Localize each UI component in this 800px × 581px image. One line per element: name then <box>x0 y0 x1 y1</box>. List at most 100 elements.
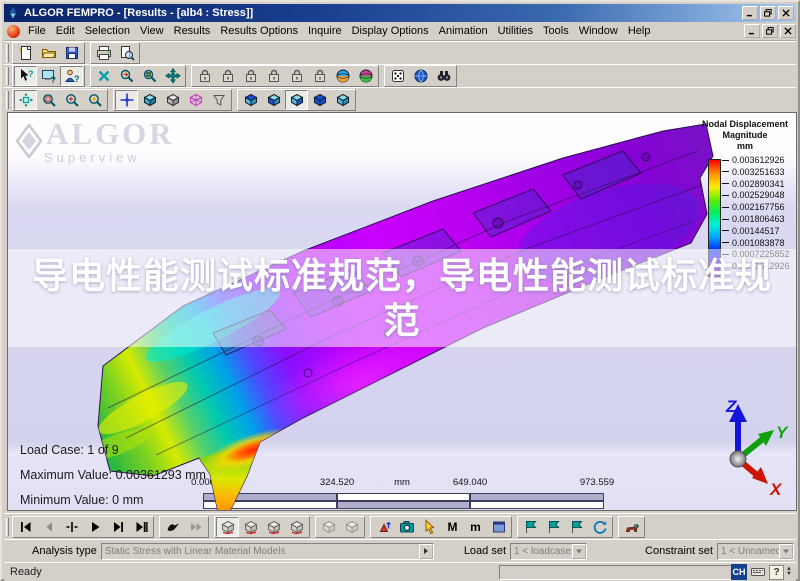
last-load-case-button[interactable] <box>129 517 152 537</box>
report-window-button[interactable] <box>487 517 510 537</box>
next-load-case-button[interactable] <box>106 517 129 537</box>
solid-view-button[interactable] <box>161 90 184 110</box>
view-right-button[interactable] <box>308 90 331 110</box>
first-load-case-button[interactable] <box>14 517 37 537</box>
results-viewport[interactable]: 0.000 324.520 mm 649.040 973.559 ALGOR S… <box>7 112 797 511</box>
show-axes-button[interactable] <box>115 89 138 110</box>
menu-item-results-options[interactable]: Results Options <box>215 23 303 39</box>
export-result-3-button[interactable] <box>565 517 588 537</box>
close-button[interactable] <box>778 6 794 20</box>
animate-mode-4-button[interactable] <box>285 517 308 537</box>
inquire-display-button[interactable]: ? <box>37 66 60 86</box>
ghost-next-button[interactable] <box>340 517 363 537</box>
save-file-button[interactable] <box>60 43 83 63</box>
select-random-button[interactable] <box>386 66 409 86</box>
restore-button[interactable] <box>760 6 776 20</box>
play-animation-button[interactable] <box>83 517 106 537</box>
constraint-set-dropdown-button[interactable] <box>778 543 793 559</box>
legend-tick <box>722 171 729 173</box>
refresh-results-button[interactable] <box>588 517 611 537</box>
language-indicator[interactable]: CH <box>731 564 748 580</box>
menu-item-display-options[interactable]: Display Options <box>347 23 434 39</box>
language-help-button[interactable]: ? <box>769 564 785 580</box>
load-set-combo[interactable]: 1 < loadcase1 > <box>510 542 588 560</box>
select-faces-icon <box>245 69 256 82</box>
open-file-button[interactable] <box>37 43 60 63</box>
animate-mode-1-button[interactable] <box>216 516 239 537</box>
mdi-minimize-button[interactable] <box>744 24 760 38</box>
constraint-set-combo[interactable]: 1 < Unnamed > <box>716 542 794 560</box>
animate-mode-3-button[interactable] <box>262 517 285 537</box>
inquire-entity-button[interactable]: ? <box>60 66 83 86</box>
show-maximum-button[interactable]: M <box>441 517 464 537</box>
zoom-selection-button[interactable] <box>115 66 138 86</box>
show-minimum-button[interactable]: m <box>464 517 487 537</box>
mdi-close-button[interactable] <box>780 24 796 38</box>
inquire-cursor-button[interactable]: ? <box>14 66 37 86</box>
find-button[interactable] <box>432 66 455 86</box>
select-circle-button[interactable] <box>354 66 377 86</box>
zoom-in-button[interactable] <box>60 90 83 110</box>
zoom-window-button[interactable] <box>37 90 60 110</box>
view-front-button[interactable] <box>262 90 285 110</box>
export-result-1-button[interactable] <box>519 517 542 537</box>
menu-item-inquire[interactable]: Inquire <box>303 23 347 39</box>
view-isometric-button[interactable] <box>239 90 262 110</box>
menu-item-edit[interactable]: Edit <box>51 23 80 39</box>
animate-mode-2-button[interactable] <box>239 517 262 537</box>
print-preview-button[interactable] <box>115 43 138 63</box>
previous-load-case-button[interactable] <box>37 517 60 537</box>
keyboard-icon[interactable] <box>749 564 767 580</box>
animate-mode-1-icon <box>220 520 235 534</box>
menu-item-view[interactable]: View <box>135 23 169 39</box>
menu-item-results[interactable]: Results <box>169 23 216 39</box>
load-set-dropdown-button[interactable] <box>572 543 587 559</box>
minimize-button[interactable] <box>742 6 758 20</box>
ghost-previous-button[interactable] <box>317 517 340 537</box>
pan-view-button[interactable] <box>161 66 184 86</box>
select-vertices-button[interactable] <box>193 66 216 86</box>
app-icon <box>8 6 18 20</box>
toolbar-group <box>237 88 356 111</box>
mesh-view-button[interactable] <box>184 90 207 110</box>
displaced-shape-button[interactable] <box>372 517 395 537</box>
view-top-button[interactable] <box>285 89 308 110</box>
load-set-label: Load set <box>463 545 507 557</box>
zoom-entity-button[interactable] <box>138 66 161 86</box>
select-world-button[interactable] <box>409 66 432 86</box>
filter-display-button[interactable] <box>207 90 230 110</box>
select-edges-button[interactable] <box>216 66 239 86</box>
print-button[interactable] <box>92 43 115 63</box>
result-info: Load Case: 1 of 9 Maximum Value: 0.00361… <box>20 443 206 510</box>
animation-export-button[interactable] <box>620 517 643 537</box>
detach-animation-button[interactable] <box>161 517 184 537</box>
view-back-button[interactable] <box>331 90 354 110</box>
deselect-all-button[interactable] <box>92 66 115 86</box>
menu-item-selection[interactable]: Selection <box>80 23 135 39</box>
zoom-fit-button[interactable] <box>14 89 37 110</box>
capture-image-button[interactable] <box>395 517 418 537</box>
menu-item-help[interactable]: Help <box>623 23 656 39</box>
menu-item-utilities[interactable]: Utilities <box>493 23 538 39</box>
probe-result-button[interactable] <box>418 517 441 537</box>
mdi-restore-button[interactable] <box>762 24 778 38</box>
select-surfaces-button[interactable] <box>285 66 308 86</box>
menu-item-animation[interactable]: Animation <box>434 23 493 39</box>
analysis-type-expand-button[interactable] <box>418 543 433 559</box>
new-file-button[interactable] <box>14 43 37 63</box>
select-parts-button[interactable] <box>262 66 285 86</box>
show-maximum-label: M <box>447 519 458 534</box>
fast-forward-button[interactable] <box>184 517 207 537</box>
menu-item-file[interactable]: File <box>23 23 51 39</box>
load-case-marker-button[interactable] <box>60 517 83 537</box>
select-faces-button[interactable] <box>239 66 262 86</box>
shaded-view-button[interactable] <box>138 90 161 110</box>
language-options-icon[interactable]: ▲ ▼ <box>786 566 792 577</box>
menu-item-tools[interactable]: Tools <box>538 23 574 39</box>
analysis-type-combo[interactable]: Static Stress with Linear Material Model… <box>100 542 434 560</box>
select-sphere-button[interactable] <box>331 66 354 86</box>
select-elements-button[interactable] <box>308 66 331 86</box>
export-result-2-button[interactable] <box>542 517 565 537</box>
zoom-previous-button[interactable] <box>83 90 106 110</box>
menu-item-window[interactable]: Window <box>574 23 623 39</box>
